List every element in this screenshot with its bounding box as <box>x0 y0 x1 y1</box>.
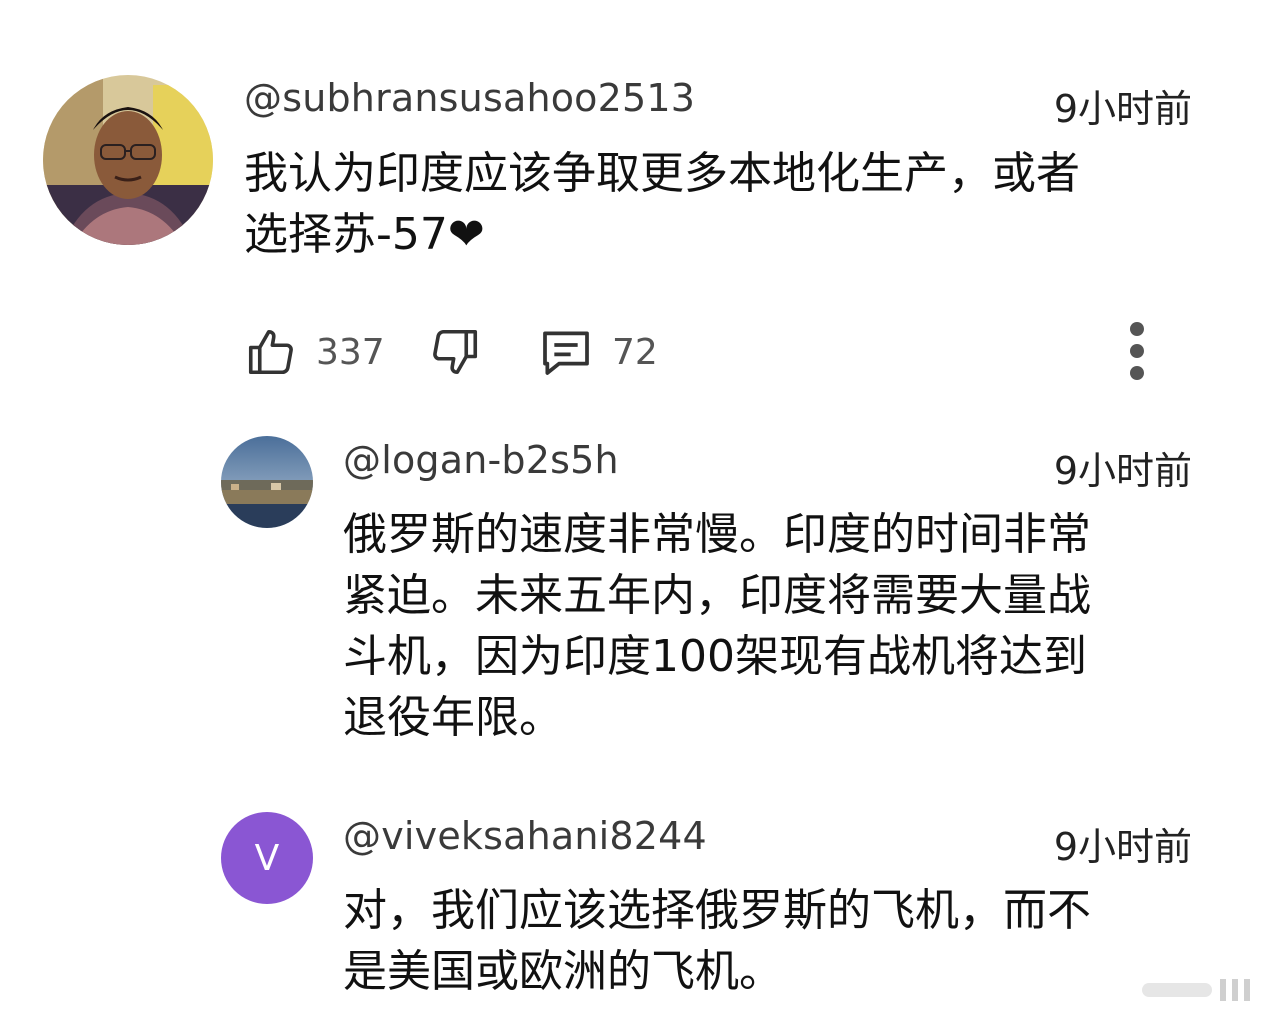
system-nav-hint <box>1142 977 1252 1003</box>
profile-photo <box>43 75 213 245</box>
reply-button[interactable]: 72 <box>538 322 658 382</box>
comment-time: 9小时前 <box>1053 825 1192 869</box>
avatar-letter: V <box>254 837 280 879</box>
thumbs-down-icon <box>428 325 482 379</box>
comment-text: 对，我们应该选择俄罗斯的飞机，而不 是美国或欧洲的飞机。 <box>343 885 1091 997</box>
comment-bubble-icon <box>538 324 594 380</box>
comment-2: @logan-b2s5h 9小时前 俄罗斯的速度非常慢。印度的时间非常 紧迫。未… <box>0 400 1280 780</box>
more-vertical-icon <box>1127 321 1147 383</box>
thumbs-up-icon <box>244 325 298 379</box>
dislike-button[interactable] <box>428 322 482 382</box>
like-count: 337 <box>316 331 385 373</box>
avatar[interactable] <box>221 436 313 528</box>
comment-author[interactable]: @logan-b2s5h <box>343 438 619 482</box>
comment-text: 我认为印度应该争取更多本地化生产，或者 选择苏-57❤ <box>244 148 1080 260</box>
comment-author[interactable]: @viveksahani8244 <box>343 814 707 858</box>
reply-count: 72 <box>612 331 658 373</box>
like-button[interactable]: 337 <box>244 322 385 382</box>
comment-time: 9小时前 <box>1053 87 1192 131</box>
comment-1: @subhransusahoo2513 9小时前 我认为印度应该争取更多本地化生… <box>0 0 1280 400</box>
landscape-photo <box>221 436 313 528</box>
comment-actions: 337 72 <box>244 322 1194 382</box>
more-button[interactable] <box>1122 322 1152 382</box>
comment-text: 俄罗斯的速度非常慢。印度的时间非常 紧迫。未来五年内，印度将需要大量战 斗机，因… <box>343 509 1091 743</box>
comment-author[interactable]: @subhransusahoo2513 <box>244 76 695 120</box>
comment-3: V @viveksahani8244 9小时前 对，我们应该选择俄罗斯的飞机，而… <box>0 780 1280 1033</box>
avatar[interactable]: V <box>221 812 313 904</box>
comment-time: 9小时前 <box>1053 449 1192 493</box>
avatar[interactable] <box>43 75 213 245</box>
